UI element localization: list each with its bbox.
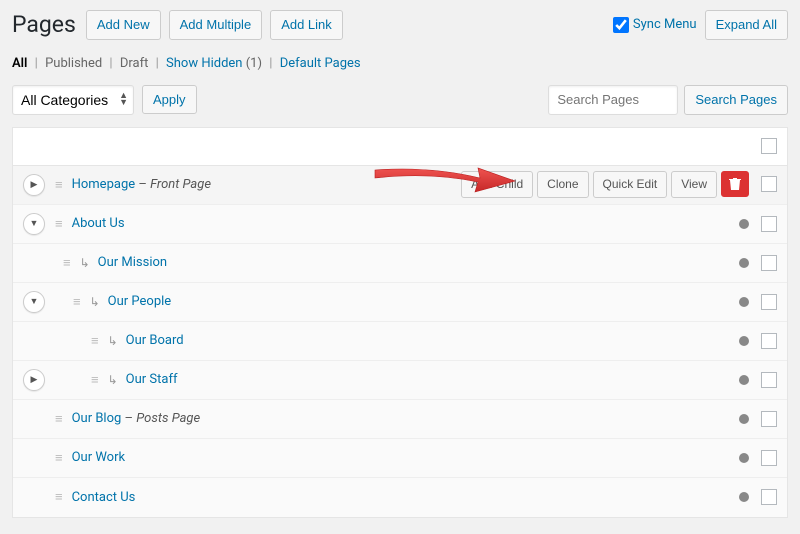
- drag-handle-icon[interactable]: ≡: [55, 489, 62, 505]
- row-checkbox[interactable]: [761, 372, 777, 388]
- status-dot-icon: [739, 375, 749, 385]
- filter-bar: All | Published | Draft | Show Hidden (1…: [12, 56, 788, 71]
- page-link[interactable]: Contact Us: [72, 490, 136, 505]
- page-row-contact-us[interactable]: ≡ Contact Us: [13, 478, 787, 517]
- child-indent-icon: ↳: [108, 334, 118, 348]
- page-suffix: Posts Page: [136, 411, 200, 426]
- page-suffix: Front Page: [150, 177, 211, 192]
- filter-all[interactable]: All: [12, 56, 27, 71]
- row-checkbox[interactable]: [761, 411, 777, 427]
- add-link-button[interactable]: Add Link: [270, 10, 343, 40]
- page-row-about-us[interactable]: ▼ ≡ About Us: [13, 205, 787, 244]
- drag-handle-icon[interactable]: ≡: [63, 255, 70, 271]
- status-dot-icon: [739, 219, 749, 229]
- sync-menu-checkbox[interactable]: [613, 17, 629, 33]
- page-link[interactable]: Our Work: [72, 450, 126, 465]
- page-row-our-mission[interactable]: ≡ ↳ Our Mission: [13, 244, 787, 283]
- page-row-homepage[interactable]: ▶ ≡ Homepage – Front Page Add Child Clon…: [13, 166, 787, 205]
- drag-handle-icon[interactable]: ≡: [55, 411, 62, 427]
- filter-published[interactable]: Published: [45, 56, 102, 71]
- page-link[interactable]: Our Board: [126, 333, 184, 348]
- expand-toggle[interactable]: ▶: [23, 369, 45, 391]
- page-link[interactable]: Our Blog: [72, 411, 122, 426]
- row-checkbox[interactable]: [761, 255, 777, 271]
- page-row-our-staff[interactable]: ▶ ≡ ↳ Our Staff: [13, 361, 787, 400]
- filter-default-pages[interactable]: Default Pages: [280, 56, 361, 71]
- drag-handle-icon[interactable]: ≡: [55, 216, 62, 232]
- page-link[interactable]: About Us: [72, 216, 125, 231]
- collapse-toggle[interactable]: ▼: [23, 291, 45, 313]
- row-checkbox[interactable]: [761, 489, 777, 505]
- collapse-toggle[interactable]: ▼: [23, 213, 45, 235]
- page-row-our-people[interactable]: ▼ ≡ ↳ Our People: [13, 283, 787, 322]
- filter-draft[interactable]: Draft: [120, 56, 149, 71]
- child-indent-icon: ↳: [90, 295, 100, 309]
- select-all-checkbox[interactable]: [761, 138, 777, 154]
- status-dot-icon: [739, 453, 749, 463]
- child-indent-icon: ↳: [80, 256, 90, 270]
- page-link[interactable]: Our Mission: [98, 255, 167, 270]
- filter-show-hidden[interactable]: Show Hidden: [166, 56, 242, 71]
- trash-button[interactable]: [721, 171, 749, 197]
- hidden-count: (1): [246, 56, 262, 71]
- page-tree: ▶ ≡ Homepage – Front Page Add Child Clon…: [12, 127, 788, 518]
- row-checkbox[interactable]: [761, 294, 777, 310]
- row-checkbox[interactable]: [761, 176, 777, 192]
- clone-button[interactable]: Clone: [537, 171, 588, 198]
- row-checkbox[interactable]: [761, 333, 777, 349]
- page-link[interactable]: Our People: [108, 294, 172, 309]
- status-dot-icon: [739, 297, 749, 307]
- sync-menu-label: Sync Menu: [633, 17, 697, 32]
- page-link[interactable]: Our Staff: [126, 372, 178, 387]
- page-row-our-blog[interactable]: ≡ Our Blog – Posts Page: [13, 400, 787, 439]
- trash-icon: [729, 177, 741, 191]
- drag-handle-icon[interactable]: ≡: [73, 294, 80, 310]
- search-input[interactable]: [548, 85, 678, 115]
- expand-toggle[interactable]: ▶: [23, 174, 45, 196]
- status-dot-icon: [739, 258, 749, 268]
- add-new-button[interactable]: Add New: [86, 10, 161, 40]
- view-button[interactable]: View: [671, 171, 717, 198]
- page-row-our-work[interactable]: ≡ Our Work: [13, 439, 787, 478]
- drag-handle-icon[interactable]: ≡: [55, 450, 62, 466]
- add-child-button[interactable]: Add Child: [461, 171, 533, 198]
- child-indent-icon: ↳: [108, 373, 118, 387]
- sync-menu-toggle[interactable]: Sync Menu: [613, 17, 697, 33]
- status-dot-icon: [739, 492, 749, 502]
- page-title: Pages: [12, 11, 76, 38]
- drag-handle-icon[interactable]: ≡: [91, 333, 98, 349]
- page-row-our-board[interactable]: ≡ ↳ Our Board: [13, 322, 787, 361]
- page-link[interactable]: Homepage: [72, 177, 136, 192]
- status-dot-icon: [739, 336, 749, 346]
- drag-handle-icon[interactable]: ≡: [91, 372, 98, 388]
- apply-button[interactable]: Apply: [142, 85, 197, 115]
- search-button[interactable]: Search Pages: [684, 85, 788, 115]
- category-select[interactable]: All Categories: [12, 85, 134, 115]
- expand-all-button[interactable]: Expand All: [705, 10, 788, 40]
- quick-edit-button[interactable]: Quick Edit: [593, 171, 668, 198]
- drag-handle-icon[interactable]: ≡: [55, 177, 62, 193]
- tree-header: [13, 128, 787, 166]
- status-dot-icon: [739, 414, 749, 424]
- row-checkbox[interactable]: [761, 450, 777, 466]
- row-checkbox[interactable]: [761, 216, 777, 232]
- add-multiple-button[interactable]: Add Multiple: [169, 10, 263, 40]
